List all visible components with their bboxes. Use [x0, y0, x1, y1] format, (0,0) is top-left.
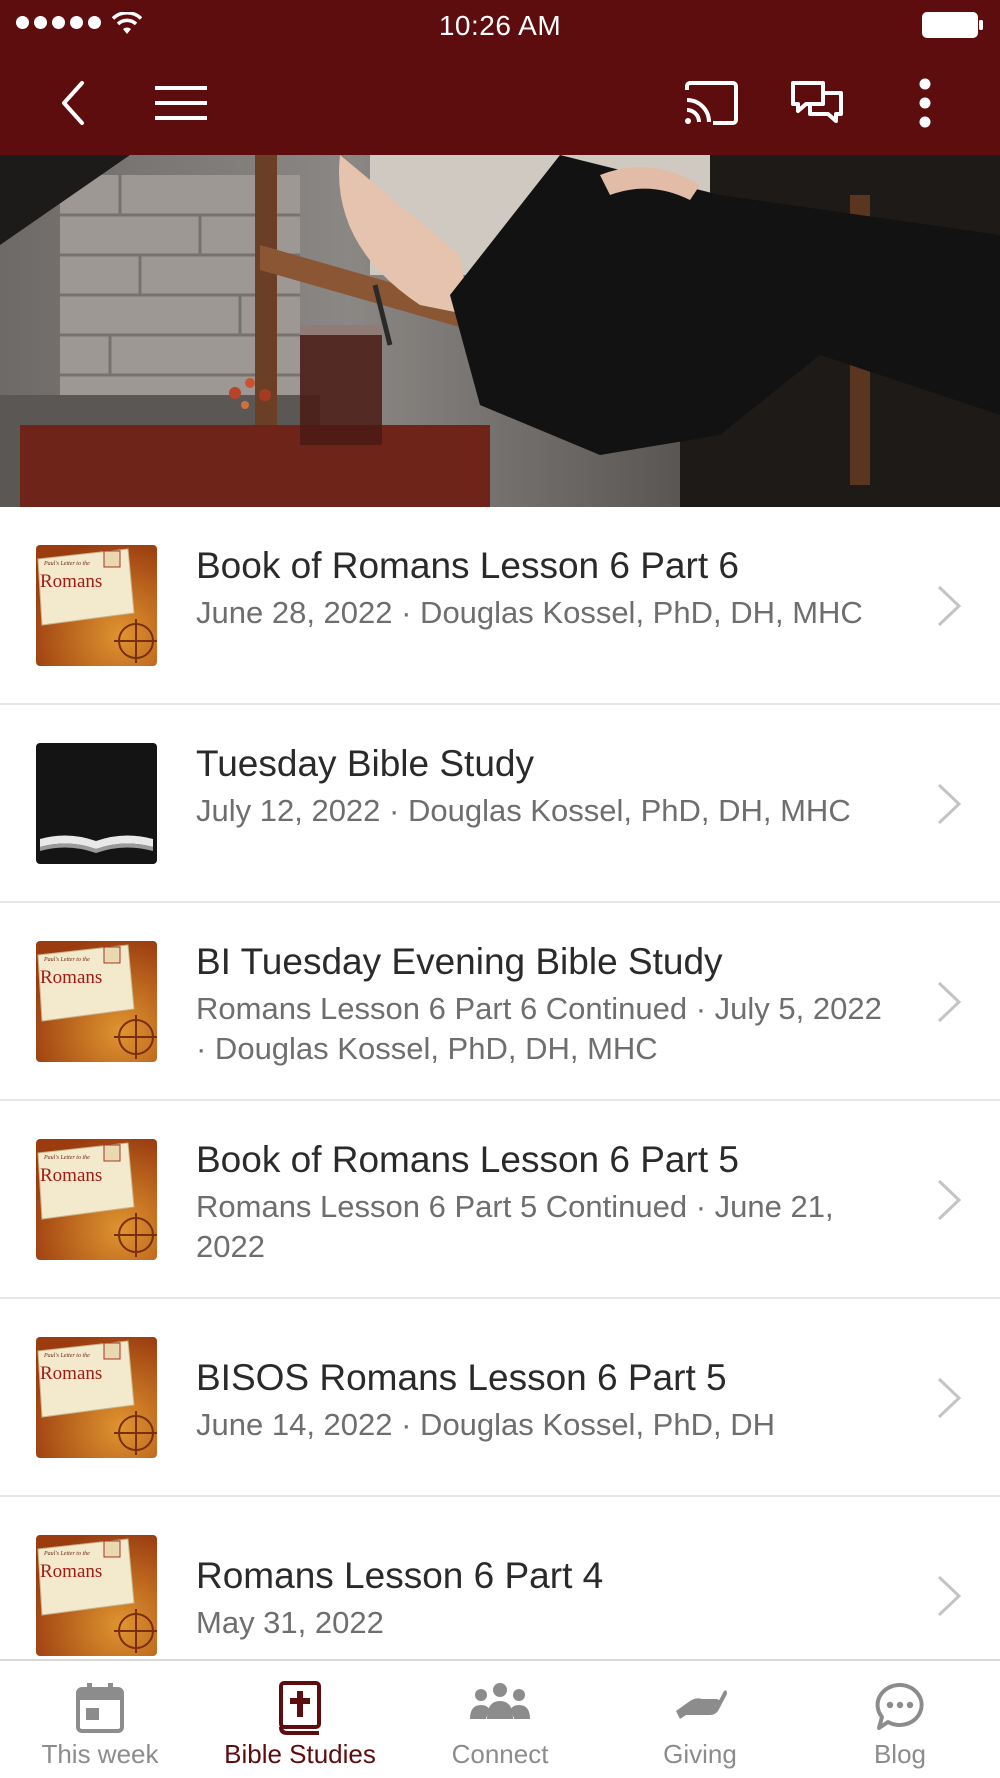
study-title: Book of Romans Lesson 6 Part 5: [196, 1139, 739, 1180]
study-subtitle: May 31, 2022: [196, 1605, 384, 1640]
back-button[interactable]: [38, 68, 108, 138]
tab-giving[interactable]: Giving: [600, 1661, 800, 1778]
tab-label: Connect: [451, 1739, 549, 1769]
tab-label: Bible Studies: [224, 1739, 376, 1769]
list-item[interactable]: Paul's Letter to the Romans BISOS Romans L…: [0, 1299, 1000, 1497]
chat-button[interactable]: [782, 68, 852, 138]
study-title: BI Tuesday Evening Bible Study: [196, 941, 723, 982]
thumb-top-text: Paul's Letter to the: [44, 1155, 90, 1161]
tab-label: Blog: [873, 1739, 927, 1769]
study-subtitle: June 14, 2022 · Douglas Kossel, PhD, DH: [196, 1407, 775, 1442]
people-icon: [400, 1681, 600, 1737]
cast-icon: [685, 81, 738, 125]
thumb-top-text: Paul's Letter to the: [44, 1353, 90, 1359]
thumb-title-text: Romans: [40, 1363, 103, 1384]
study-title: Romans Lesson 6 Part 4: [196, 1555, 604, 1596]
status-bar: 10:26 AM: [0, 0, 1000, 50]
thumb-top-text: Paul's Letter to the: [44, 561, 90, 567]
chevron-right-icon: [937, 783, 962, 825]
tab-blog[interactable]: Blog: [800, 1661, 1000, 1778]
chevron-right-icon: [937, 981, 962, 1023]
chevron-right-icon: [937, 1377, 962, 1419]
study-subtitle: Romans Lesson 6 Part 5 Continued · June …: [196, 1189, 834, 1264]
list-item[interactable]: Tuesday Bible Study July 12, 2022 · Dougl…: [0, 705, 1000, 903]
hero-image: [0, 155, 1000, 507]
study-thumbnail: Paul's Letter to the Romans: [36, 1535, 157, 1656]
bible-studies-list: Paul's Letter to the Romans Book of Romans…: [0, 507, 1000, 1659]
giving-hand-icon: [600, 1681, 800, 1737]
study-thumbnail: Paul's Letter to the Romans: [36, 941, 157, 1062]
study-thumbnail: Paul's Letter to the Romans: [36, 545, 157, 666]
menu-icon: [155, 86, 207, 120]
list-item[interactable]: Paul's Letter to the Romans BI Tuesday Eve…: [0, 903, 1000, 1101]
chevron-right-icon: [937, 585, 962, 627]
tab-this-week[interactable]: This week: [0, 1661, 200, 1778]
thumb-top-text: Paul's Letter to the: [44, 957, 90, 963]
chat-bubble-icon: [800, 1681, 1000, 1737]
study-subtitle: Romans Lesson 6 Part 6 Continued · July …: [196, 991, 882, 1066]
chat-icon: [791, 81, 843, 123]
chevron-right-icon: [937, 1575, 962, 1617]
hero-photo: [0, 155, 1000, 507]
more-options-button[interactable]: [890, 68, 960, 138]
study-title: Book of Romans Lesson 6 Part 6: [196, 545, 739, 586]
thumb-title-text: Romans: [40, 967, 103, 988]
back-icon: [62, 81, 84, 125]
study-title: Tuesday Bible Study: [196, 743, 534, 784]
thumb-title-text: Romans: [40, 1165, 103, 1186]
study-title: BISOS Romans Lesson 6 Part 5: [196, 1357, 727, 1398]
list-item[interactable]: Paul's Letter to the Romans Book of Romans…: [0, 1101, 1000, 1299]
tab-connect[interactable]: Connect: [400, 1661, 600, 1778]
study-thumbnail: [36, 743, 157, 864]
top-nav-bar: [0, 50, 1000, 155]
status-time: 10:26 AM: [438, 10, 562, 41]
calendar-icon: [0, 1681, 200, 1737]
study-thumbnail: Paul's Letter to the Romans: [36, 1337, 157, 1458]
cast-button[interactable]: [676, 68, 746, 138]
menu-button[interactable]: [146, 68, 216, 138]
bottom-tab-bar: This week Bible Studies Connect Giving Blog: [0, 1659, 1000, 1778]
more-vertical-icon: [919, 78, 931, 128]
tab-label: This week: [41, 1739, 159, 1769]
study-subtitle: July 12, 2022 · Douglas Kossel, PhD, DH,…: [196, 793, 851, 828]
study-thumbnail: Paul's Letter to the Romans: [36, 1139, 157, 1260]
tab-label: Giving: [663, 1739, 737, 1769]
battery-icon: [922, 12, 983, 38]
list-item[interactable]: Paul's Letter to the Romans Romans Lesson …: [0, 1497, 1000, 1659]
open-bible-thumbnail: [36, 743, 157, 864]
chevron-right-icon: [937, 1179, 962, 1221]
tab-bible-studies[interactable]: Bible Studies: [200, 1661, 400, 1778]
thumb-title-text: Romans: [40, 1561, 103, 1582]
thumb-top-text: Paul's Letter to the: [44, 1551, 90, 1557]
study-subtitle: June 28, 2022 · Douglas Kossel, PhD, DH,…: [196, 595, 863, 630]
bible-icon: [200, 1681, 400, 1737]
thumb-title-text: Romans: [40, 571, 103, 592]
list-item[interactable]: Paul's Letter to the Romans Book of Romans…: [0, 507, 1000, 705]
